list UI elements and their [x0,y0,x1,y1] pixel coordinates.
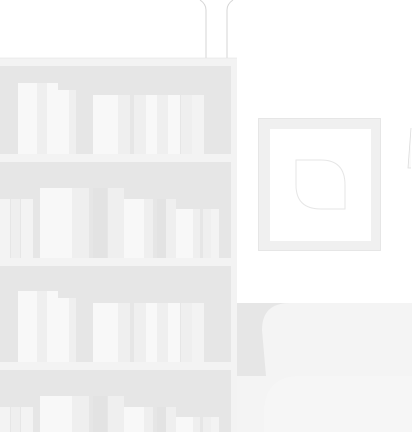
bookcase [0,57,237,432]
leaf-icon [295,159,346,210]
picture-frame [258,118,381,251]
lamp-cords [199,0,234,58]
room-illustration [0,0,412,432]
sofa [237,303,412,432]
lamp-shade [407,127,412,169]
